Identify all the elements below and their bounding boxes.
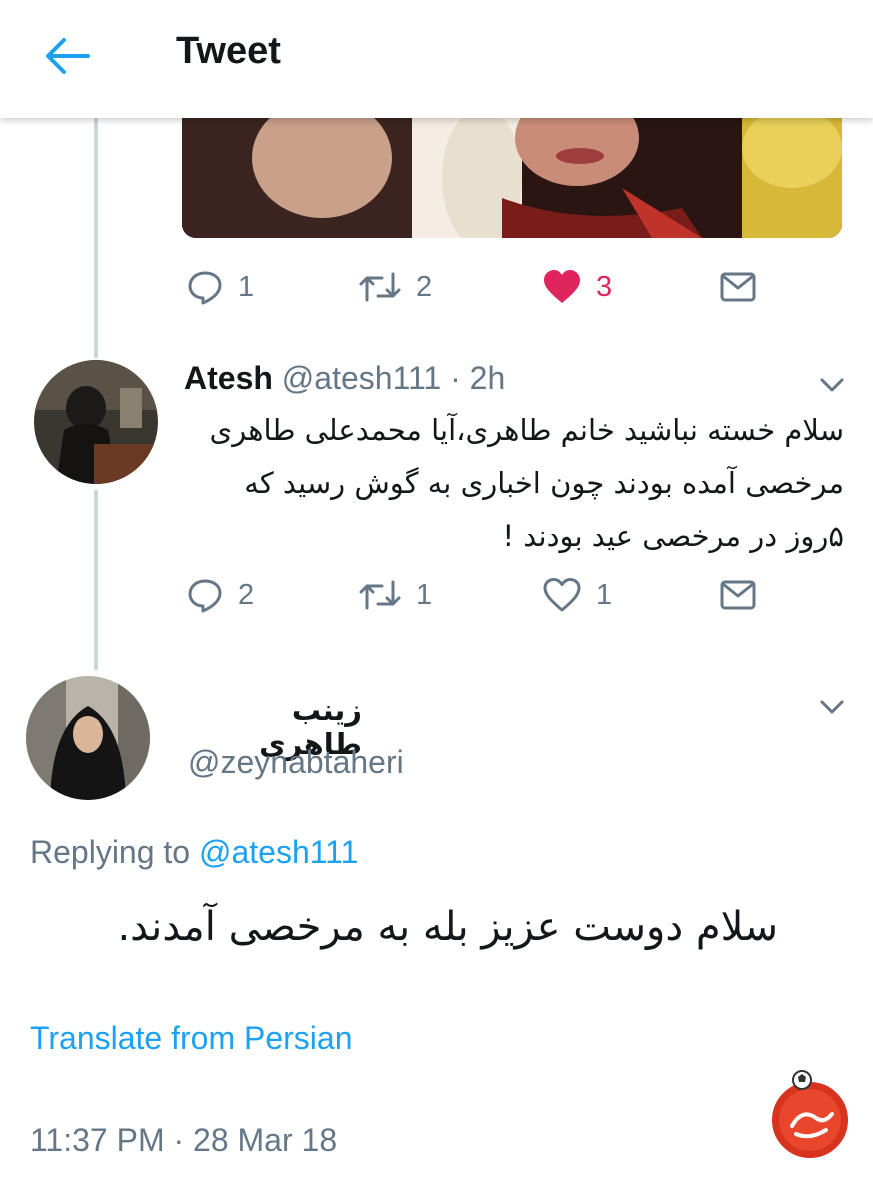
avatar-image bbox=[26, 676, 150, 800]
tweet-author-line: Atesh @atesh111 · 2h bbox=[184, 360, 505, 397]
retweet-icon bbox=[359, 580, 401, 610]
top-app-bar: Tweet bbox=[0, 0, 873, 118]
arrow-left-icon bbox=[46, 38, 90, 74]
mail-icon bbox=[720, 272, 756, 302]
author-handle[interactable]: @zeynabtaheri bbox=[188, 744, 404, 781]
share-button[interactable] bbox=[720, 262, 756, 312]
retweet-icon bbox=[359, 272, 401, 302]
thread-line bbox=[94, 118, 98, 358]
heart-outline-icon bbox=[543, 578, 581, 612]
avatar[interactable] bbox=[26, 676, 150, 800]
page-title: Tweet bbox=[176, 30, 281, 72]
tweet-time: 2h bbox=[469, 360, 506, 396]
reply-count: 1 bbox=[238, 270, 255, 303]
chevron-down-icon bbox=[820, 378, 844, 392]
replying-to-mention[interactable]: @atesh111 bbox=[199, 834, 358, 870]
reply-icon bbox=[188, 579, 222, 613]
logo-icon bbox=[768, 1070, 852, 1162]
thread-line bbox=[94, 490, 98, 670]
replying-prefix: Replying to bbox=[30, 834, 199, 870]
photo-image bbox=[182, 118, 842, 238]
reply-icon bbox=[188, 271, 222, 305]
tweet-actions: 2 1 1 bbox=[182, 570, 782, 620]
chevron-down-icon bbox=[820, 700, 844, 714]
reply-button[interactable]: 2 bbox=[186, 570, 254, 620]
reply-button[interactable]: 1 bbox=[186, 262, 254, 312]
avatar-image bbox=[34, 360, 158, 484]
like-button[interactable]: 1 bbox=[542, 570, 612, 620]
retweet-count: 1 bbox=[416, 578, 433, 611]
separator: · bbox=[450, 360, 461, 396]
heart-filled-icon bbox=[544, 270, 580, 303]
tweet-text: سلام دوست عزیز بله به مرخصی آمدند. bbox=[117, 904, 778, 950]
author-handle[interactable]: @atesh111 bbox=[282, 360, 441, 396]
replying-to: Replying to @atesh111 bbox=[30, 834, 358, 871]
tweet-menu-button[interactable] bbox=[814, 370, 850, 400]
tweet-actions: 1 1 2 3 bbox=[182, 262, 782, 312]
back-button[interactable] bbox=[40, 34, 92, 78]
tweet-text: سلام خسته نباشید خانم طاهری،آیا محمدعلی … bbox=[209, 413, 845, 553]
retweet-button[interactable]: 1 2 bbox=[358, 262, 432, 312]
watermark-logo bbox=[762, 1068, 858, 1164]
tweet-timestamp: 11:37 PM · 28 Mar 18 bbox=[30, 1122, 338, 1158]
avatar[interactable] bbox=[34, 360, 158, 484]
translate-link[interactable]: Translate from Persian bbox=[30, 1020, 352, 1057]
author-name[interactable]: Atesh bbox=[184, 360, 273, 396]
retweet-button[interactable]: 1 bbox=[358, 570, 432, 620]
like-count: 1 bbox=[596, 578, 613, 611]
reply-count: 2 bbox=[238, 578, 255, 611]
like-count: 3 bbox=[596, 270, 613, 303]
share-button[interactable] bbox=[720, 570, 756, 620]
tweet-media-image[interactable] bbox=[182, 118, 842, 238]
retweet-count: 2 bbox=[416, 270, 433, 303]
like-button[interactable]: 3 bbox=[542, 262, 612, 312]
tweet-menu-button[interactable] bbox=[814, 692, 850, 722]
mail-icon bbox=[720, 580, 756, 610]
